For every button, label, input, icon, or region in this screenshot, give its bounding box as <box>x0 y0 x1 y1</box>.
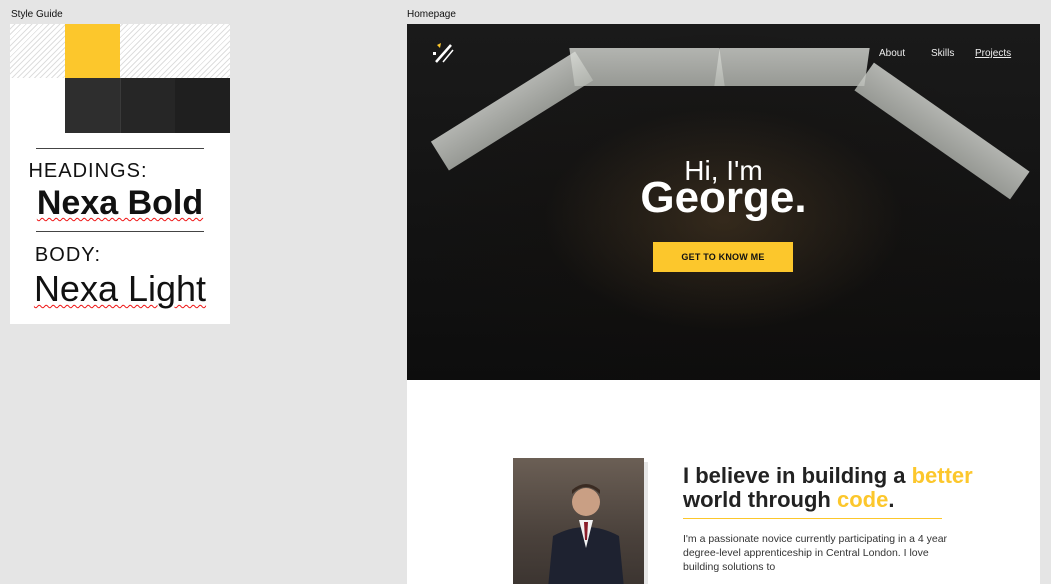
body-font-sample: Nexa Light <box>33 268 207 309</box>
body-label: BODY: <box>34 244 102 266</box>
hero-name: George. <box>640 173 807 222</box>
color-swatch-dark-2 <box>120 78 176 133</box>
logo-icon[interactable] <box>431 40 457 66</box>
color-swatch-dark-3 <box>175 78 230 133</box>
homepage-label: Homepage <box>407 9 456 20</box>
color-swatch-white <box>10 78 65 133</box>
style-guide-artboard[interactable]: HEADINGS: Nexa Bold BODY: Nexa Light <box>10 24 230 324</box>
nav-link-projects[interactable]: Projects <box>975 48 1011 59</box>
hero-background-screen <box>714 48 870 86</box>
about-divider <box>683 518 942 519</box>
profile-photo <box>513 458 644 584</box>
color-swatch-yellow <box>65 24 120 78</box>
color-swatch-dark-1 <box>65 78 120 133</box>
homepage-artboard[interactable]: About Skills Projects Hi, I'm George. GE… <box>407 24 1040 584</box>
headings-label: HEADINGS: <box>28 160 148 182</box>
hero-section: About Skills Projects Hi, I'm George. GE… <box>407 24 1040 380</box>
about-heading: I believe in building a better world thr… <box>683 463 973 512</box>
headings-font-sample: Nexa Bold <box>36 184 204 222</box>
divider <box>36 148 204 149</box>
hero-background-screen <box>430 51 594 171</box>
style-guide-label: Style Guide <box>11 9 63 20</box>
nav-link-about[interactable]: About <box>879 48 905 59</box>
get-to-know-me-button[interactable]: GET TO KNOW ME <box>653 242 793 272</box>
nav-link-skills[interactable]: Skills <box>931 48 954 59</box>
hatch-pattern <box>10 24 230 78</box>
divider <box>36 231 204 232</box>
